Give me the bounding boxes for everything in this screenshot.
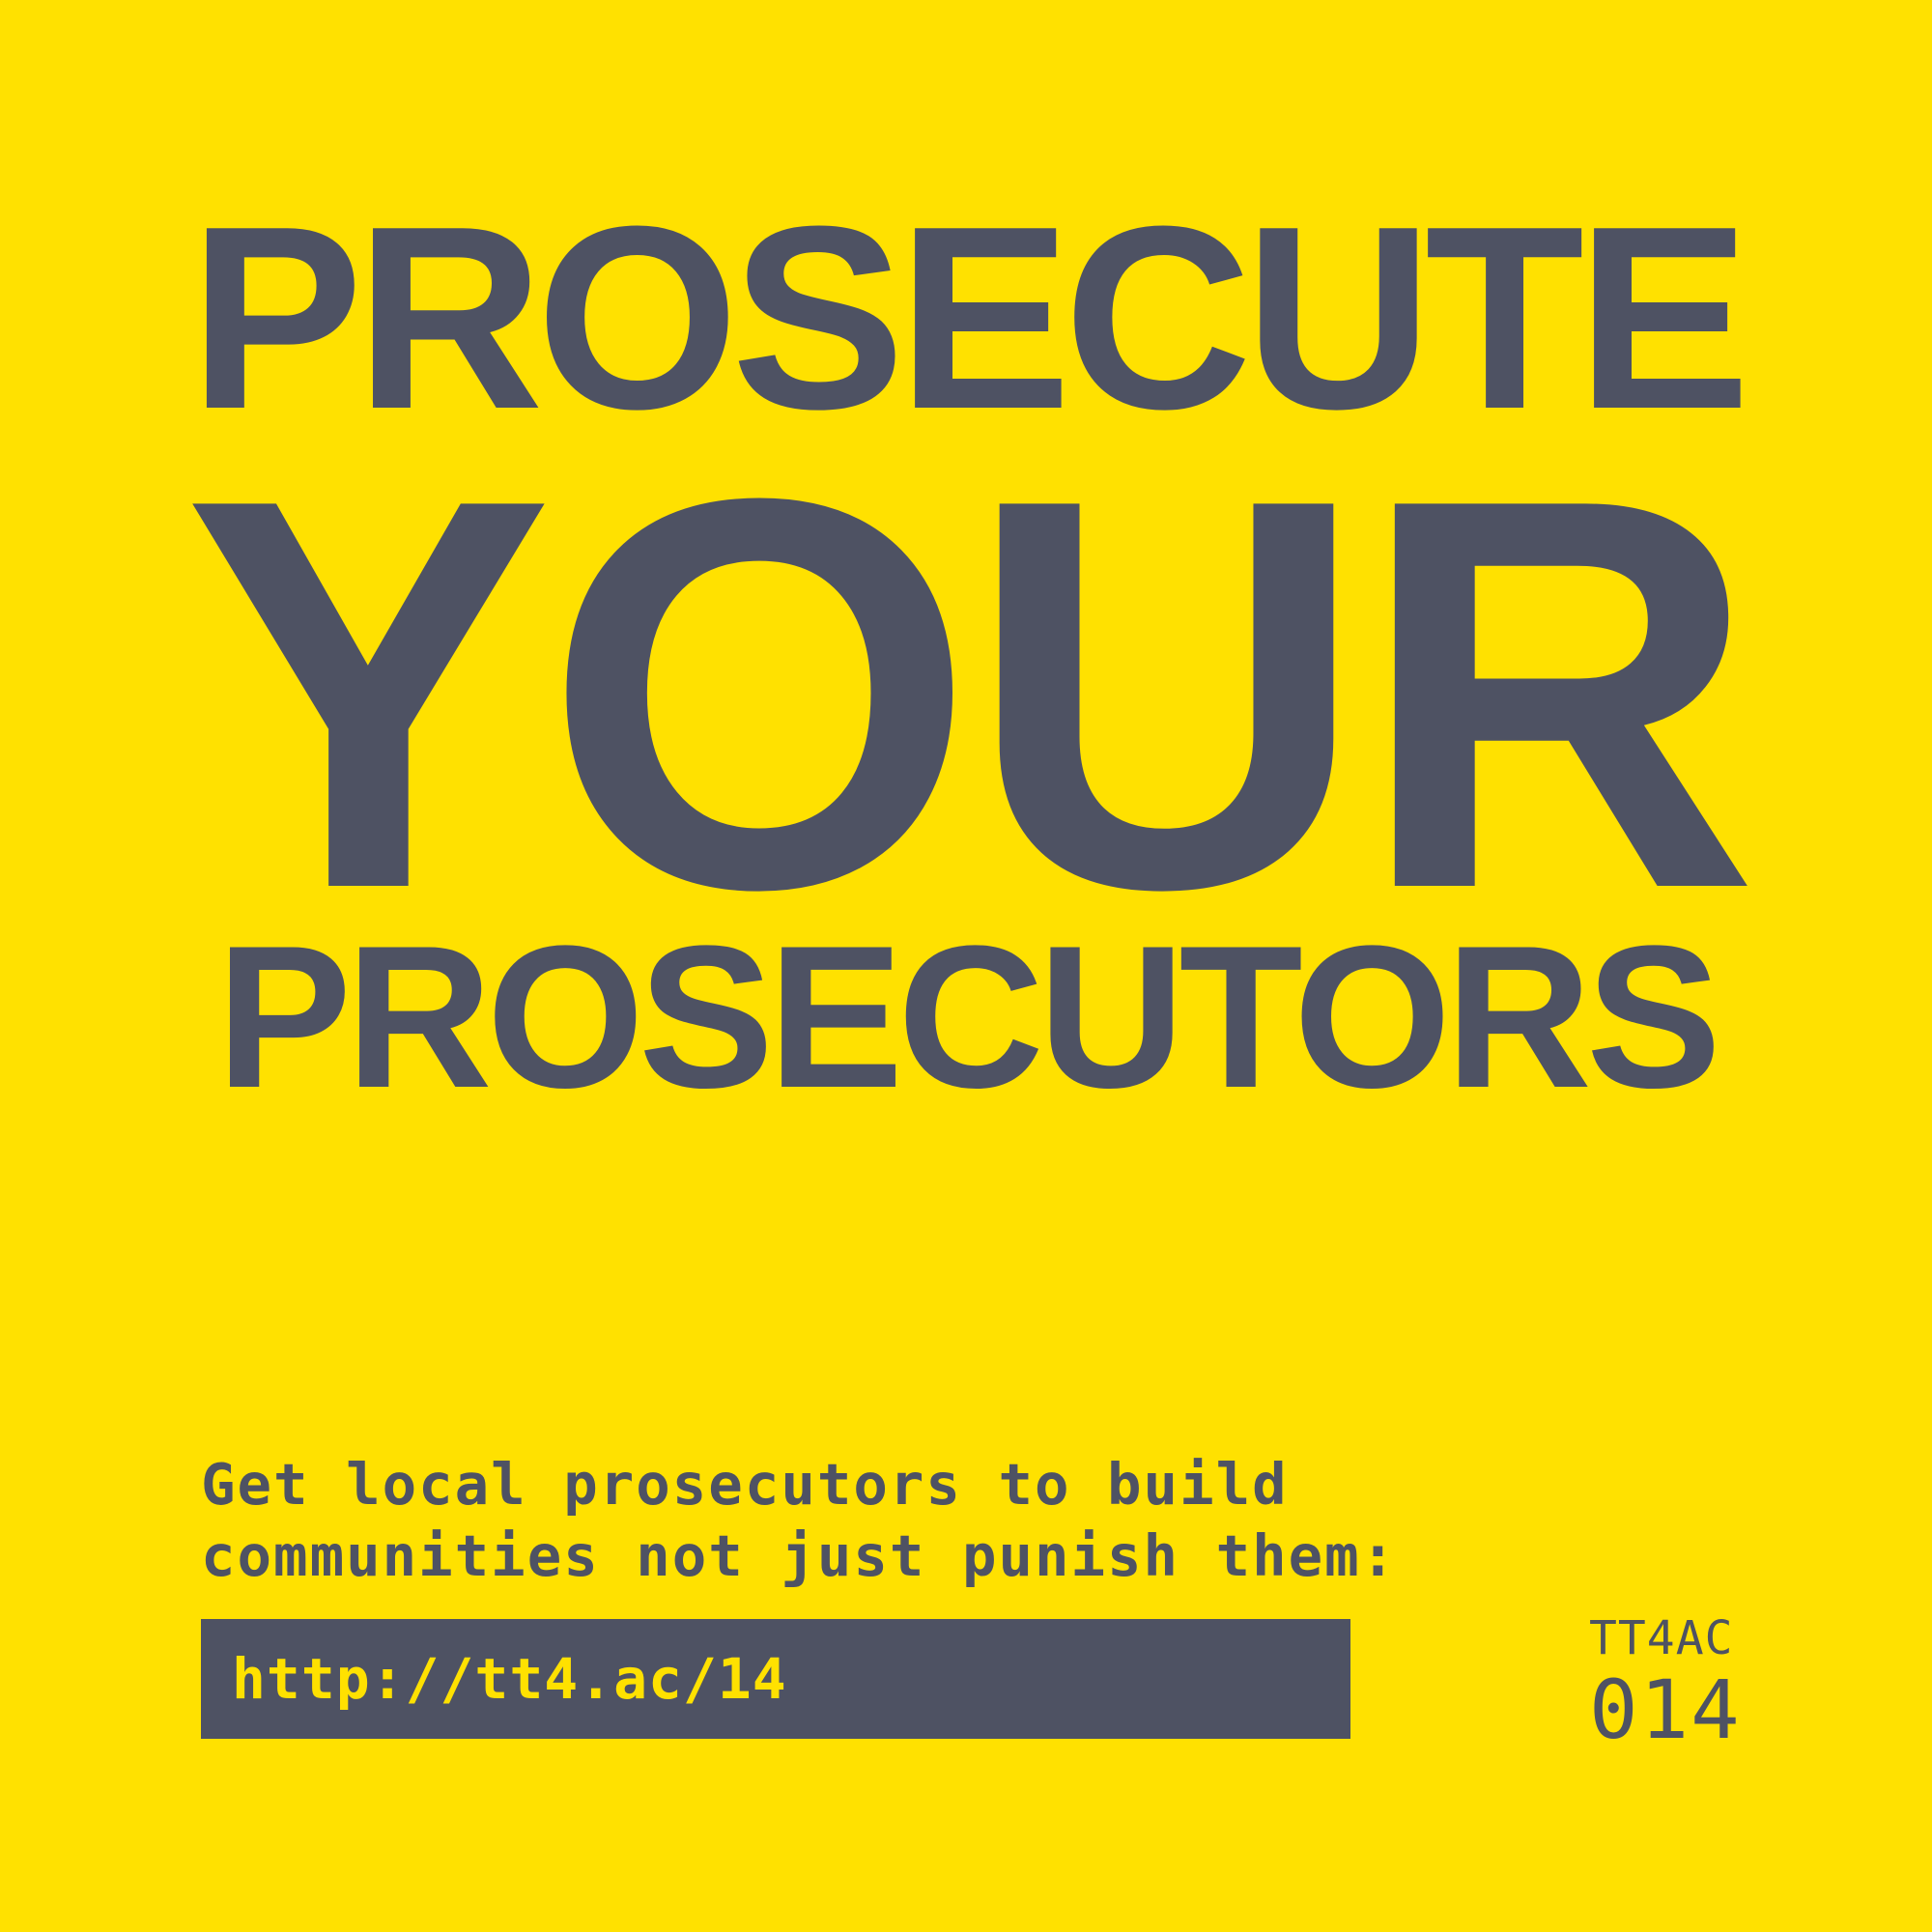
badge-number: 014 (1589, 1662, 1742, 1757)
link-url[interactable]: http://tt4.ac/14 (232, 1646, 787, 1712)
subtext-block: Get local prosecutors to build communiti… (201, 1449, 1505, 1592)
headline-line-prosecutors: PROSECUTORS (215, 903, 1721, 1130)
subtext-line-1: Get local prosecutors to build (201, 1451, 1289, 1518)
badge: TT4AC 014 (1589, 1611, 1753, 1754)
link-box[interactable]: http://tt4.ac/14 (201, 1619, 1350, 1739)
headline-line-your: YOUR (183, 383, 1758, 1004)
subtext-line-2: communities not just punish them: (201, 1522, 1398, 1589)
badge-code: TT4AC (1589, 1611, 1734, 1665)
